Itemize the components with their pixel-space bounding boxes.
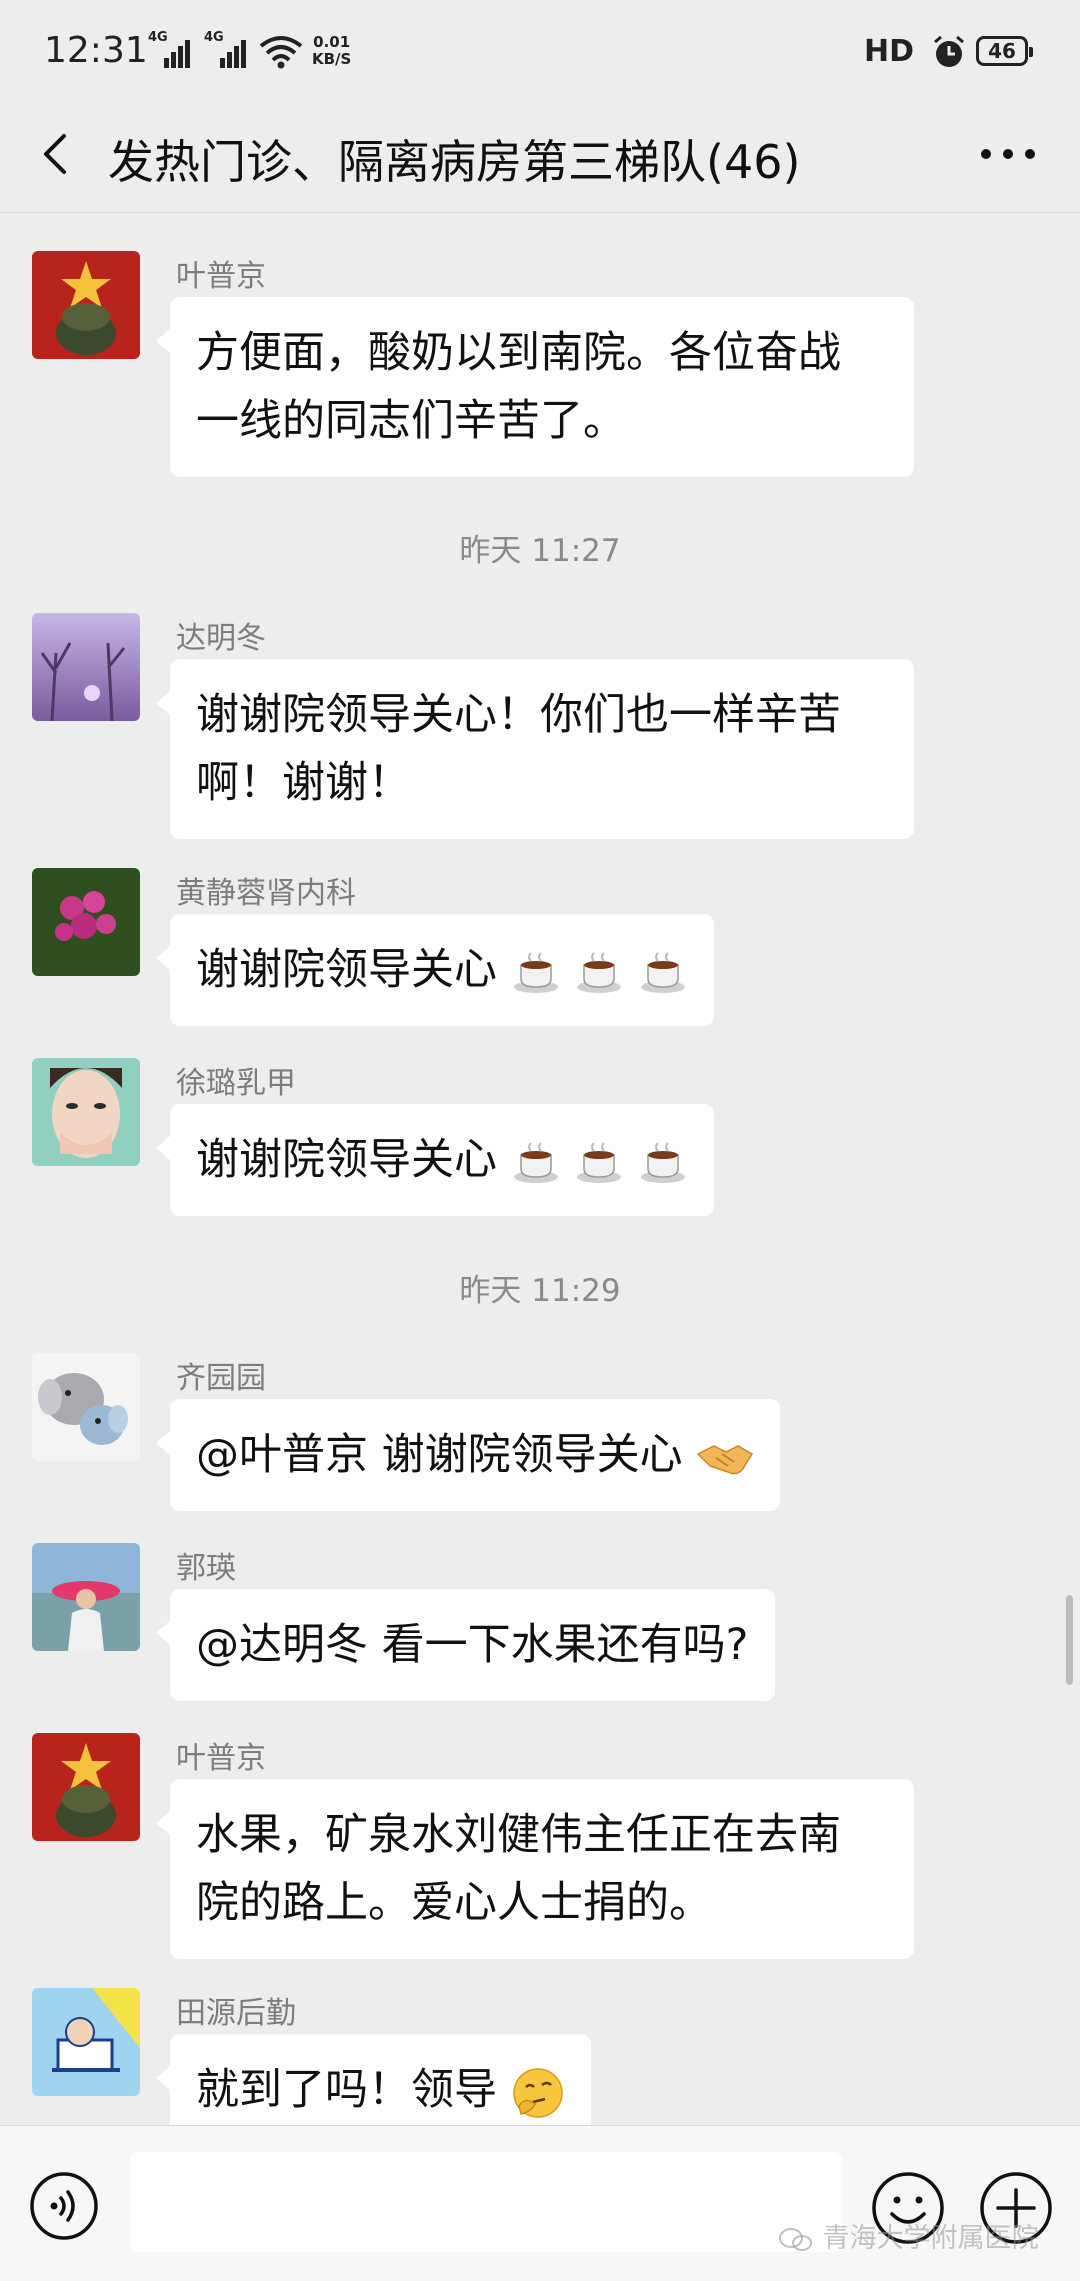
message-bubble[interactable]: 谢谢院领导关心	[155, 1104, 715, 1216]
hd-indicator: HD	[864, 34, 915, 69]
chat-message-list[interactable]: 叶普京 方便面，酸奶以到南院。各位奋战 一线的同志们辛苦了。 昨天 11:27 …	[0, 213, 1080, 2125]
wifi-icon	[259, 36, 303, 69]
watermark-text: 青海大学附属医院	[822, 2223, 1039, 2254]
chat-scrollbar[interactable]	[1066, 1595, 1073, 1685]
message-text-line: 谢谢院领导关心！你们也一样辛苦	[196, 690, 841, 740]
message-text: @叶普京 谢谢院领导关心	[196, 1430, 683, 1480]
avatar[interactable]	[32, 1988, 140, 2096]
chat-title: 发热门诊、隔离病房第三梯队(46)	[108, 135, 801, 189]
coffee-icon	[577, 1141, 622, 1183]
status-bar: 12:31 4G 4G 0.01 KB/S HD 46	[0, 0, 1080, 100]
sender-name: 黄静蓉肾内科	[176, 876, 356, 911]
message-bubble[interactable]: 方便面，酸奶以到南院。各位奋战 一线的同志们辛苦了。	[156, 297, 914, 477]
watermark: 青海大学附属医院	[778, 2216, 1039, 2255]
avatar[interactable]	[32, 1353, 140, 1461]
coffee-icon	[513, 1141, 558, 1183]
message-bubble[interactable]: @叶普京 谢谢院领导关心	[155, 1399, 781, 1511]
wechat-logo-icon	[779, 2227, 812, 2251]
avatar[interactable]	[32, 868, 140, 976]
sender-name: 郭瑛	[176, 1551, 236, 1586]
avatar[interactable]	[32, 1543, 140, 1651]
avatar[interactable]	[32, 1733, 140, 1841]
coffee-icon	[513, 951, 558, 993]
chat-input-bar	[0, 2125, 1080, 2281]
message-input[interactable]	[130, 2152, 842, 2252]
network-speed-value: 0.01	[313, 33, 351, 51]
message-bubble[interactable]: 就到了吗！领导	[156, 2034, 591, 2125]
message-text: 谢谢院领导关心	[196, 945, 497, 995]
message-text: 谢谢院领导关心	[196, 1135, 497, 1185]
sender-name: 达明冬	[176, 621, 266, 656]
sender-name: 齐园园	[176, 1361, 266, 1396]
message-bubble[interactable]: 谢谢院领导关心！你们也一样辛苦 啊！谢谢！	[156, 659, 914, 839]
message-text-line: 水果，矿泉水刘健伟主任正在去南	[196, 1810, 841, 1860]
sender-name: 徐璐乳甲	[176, 1066, 296, 1101]
sender-name: 田源后勤	[176, 1996, 296, 2031]
message-text-line: 一线的同志们辛苦了。	[196, 396, 626, 446]
handshake-icon	[697, 1444, 754, 1474]
message-text: 就到了吗！领导	[196, 2065, 497, 2115]
message-text: @达明冬 看一下水果还有吗?	[196, 1620, 749, 1670]
time-separator: 昨天 11:27	[459, 533, 621, 569]
back-arrow-icon[interactable]	[30, 126, 86, 182]
message-bubble[interactable]: 谢谢院领导关心	[155, 914, 715, 1026]
avatar[interactable]	[32, 1058, 140, 1166]
more-options-icon[interactable]	[976, 134, 1040, 174]
network-speed: 0.01 KB/S	[312, 34, 351, 68]
message-bubble[interactable]: @达明冬 看一下水果还有吗?	[156, 1589, 775, 1701]
status-time: 12:31	[44, 30, 148, 71]
avatar[interactable]	[32, 613, 140, 721]
coffee-icon	[641, 1141, 686, 1183]
message-text-line: 院的路上。爱心人士捐的。	[196, 1878, 712, 1928]
battery-indicator: 46	[976, 36, 1033, 66]
network-speed-unit: KB/S	[312, 50, 352, 68]
time-separator: 昨天 11:29	[459, 1273, 621, 1309]
chat-header: 发热门诊、隔离病房第三梯队(46)	[0, 100, 1080, 213]
coffee-icon	[641, 951, 686, 993]
coffee-icon	[577, 951, 622, 993]
message-text-line: 啊！谢谢！	[196, 758, 411, 808]
voice-input-icon[interactable]	[28, 2170, 100, 2242]
thinking-face-icon	[512, 2067, 563, 2118]
message-bubble[interactable]: 水果，矿泉水刘健伟主任正在去南 院的路上。爱心人士捐的。	[156, 1779, 914, 1959]
message-text-line: 方便面，酸奶以到南院。各位奋战	[196, 328, 841, 378]
sender-name: 叶普京	[176, 1741, 266, 1776]
alarm-icon	[934, 36, 964, 67]
avatar[interactable]	[32, 251, 140, 359]
sender-name: 叶普京	[176, 259, 266, 294]
